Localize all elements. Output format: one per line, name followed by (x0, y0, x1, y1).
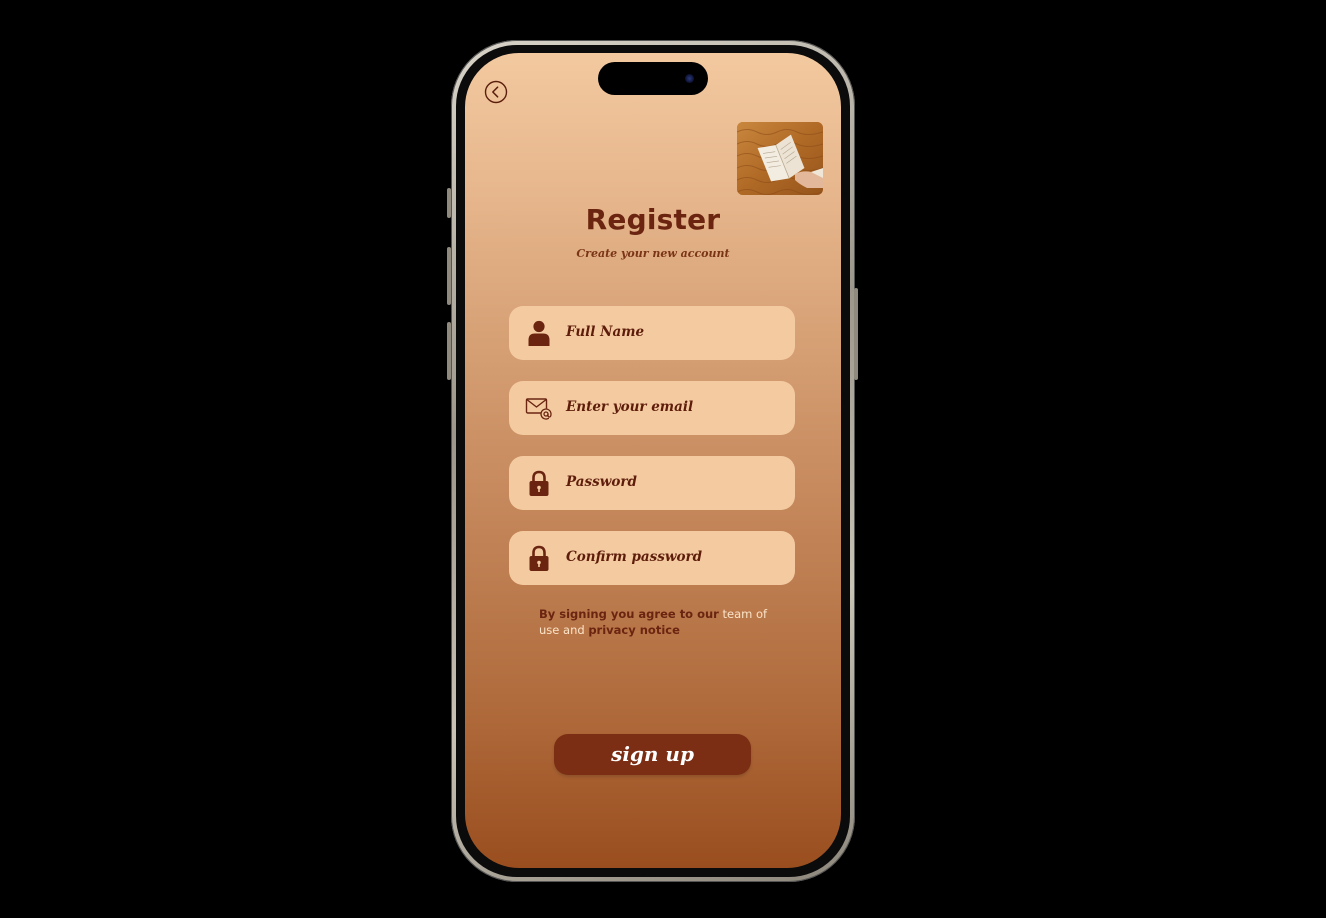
chevron-left-circle-icon (484, 80, 508, 104)
register-screen: Register Create your new account Full Na… (465, 53, 841, 868)
privacy-notice-link[interactable]: privacy notice (588, 623, 680, 637)
open-book-photo (737, 122, 823, 195)
confirm-password-field[interactable]: Confirm password (509, 531, 795, 585)
dynamic-island (598, 62, 708, 95)
mail-at-icon (525, 398, 552, 420)
email-field[interactable]: Enter your email (509, 381, 795, 435)
volume-up-button (447, 247, 451, 305)
user-icon (528, 320, 550, 346)
action-button (447, 188, 451, 218)
front-camera-icon (685, 74, 694, 83)
terms-notice: By signing you agree to our team of use … (539, 606, 779, 638)
password-placeholder: Password (566, 474, 637, 490)
email-placeholder: Enter your email (566, 399, 694, 415)
lock-icon (529, 545, 549, 571)
full-name-field[interactable]: Full Name (509, 306, 795, 360)
back-button[interactable] (484, 80, 508, 104)
page-subtitle: Create your new account (576, 247, 730, 260)
lock-icon (529, 470, 549, 496)
power-button (854, 288, 858, 380)
sign-up-button[interactable]: sign up (554, 734, 751, 775)
full-name-placeholder: Full Name (566, 324, 645, 340)
confirm-password-placeholder: Confirm password (566, 549, 703, 565)
page-title: Register (585, 203, 721, 236)
volume-down-button (447, 322, 451, 380)
password-field[interactable]: Password (509, 456, 795, 510)
terms-conjunction: and (563, 623, 585, 637)
terms-prefix: By signing you agree to our (539, 607, 719, 621)
